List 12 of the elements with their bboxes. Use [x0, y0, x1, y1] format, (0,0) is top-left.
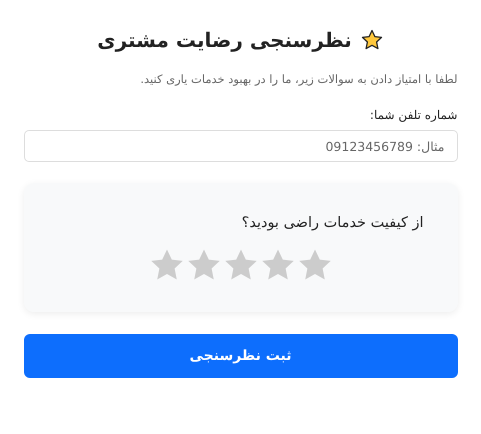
star-icon[interactable] — [188, 249, 220, 280]
page-title: نظرسنجی رضایت مشتری — [97, 28, 352, 52]
star-icon[interactable] — [150, 249, 182, 280]
submit-button[interactable]: ثبت نظرسنجی — [24, 334, 458, 378]
star-icon[interactable] — [298, 249, 330, 280]
star-icon[interactable] — [262, 249, 294, 280]
question-text: از کیفیت خدمات راضی بودید؟ — [240, 215, 424, 231]
intro-text: لطفا با امتیاز دادن به سوالات زیر، ما را در بهبود خدمات یاری کنید. — [139, 72, 458, 86]
star-icon — [360, 28, 384, 52]
phone-field[interactable]: مثال: 09123456789 — [24, 130, 458, 162]
phone-label: شماره تلفن شما: — [368, 108, 458, 122]
star-icon[interactable] — [224, 249, 256, 280]
